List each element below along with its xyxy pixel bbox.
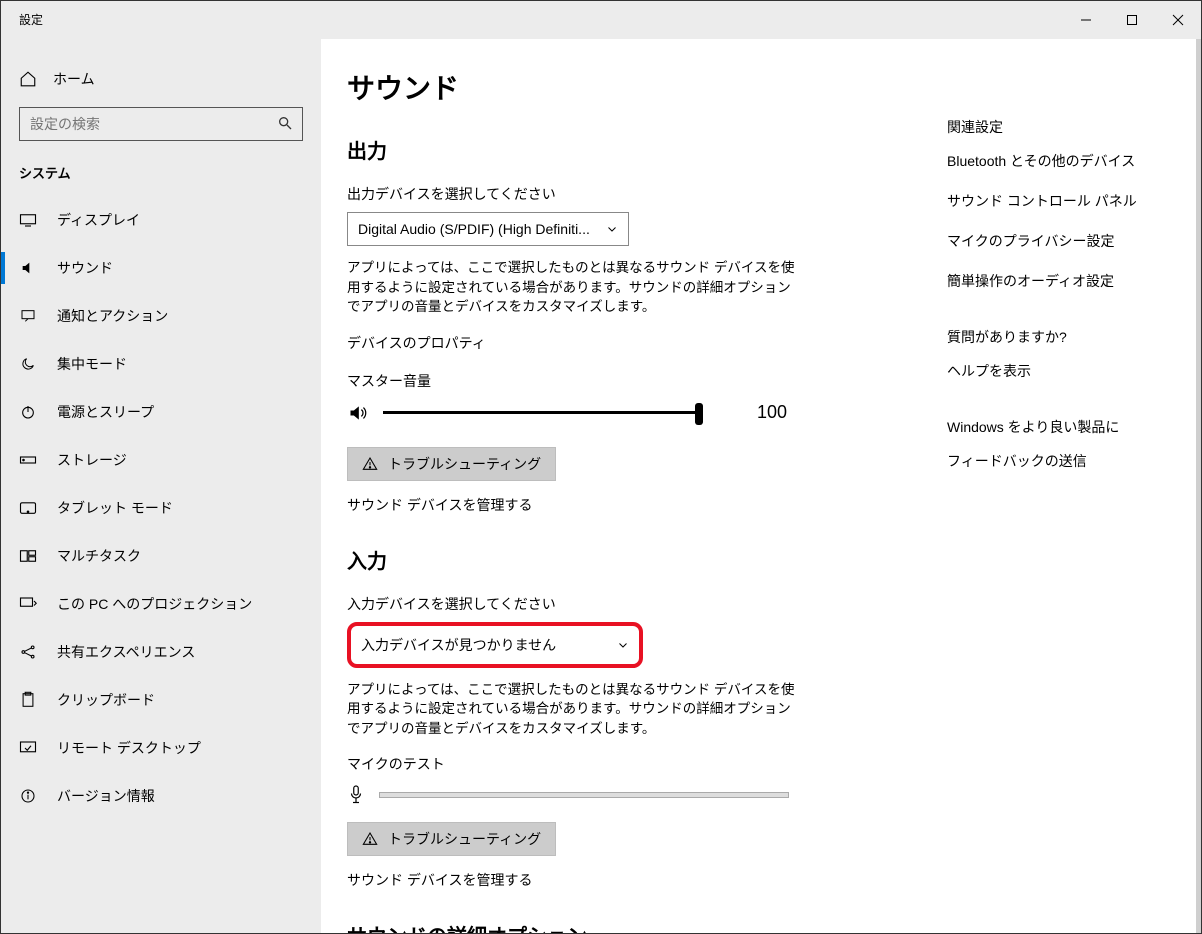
scrollbar[interactable] <box>1196 39 1201 933</box>
display-icon <box>19 211 37 229</box>
projection-icon <box>19 595 37 613</box>
sound-icon <box>19 259 37 277</box>
clipboard-icon <box>19 691 37 709</box>
sidebar-category: システム <box>1 159 321 196</box>
sidebar-item-label: 共有エクスペリエンス <box>57 642 195 662</box>
input-troubleshoot-button[interactable]: トラブルシューティング <box>347 822 556 856</box>
sidebar-item-label: サウンド <box>57 258 113 278</box>
sidebar-item-label: 集中モード <box>57 354 127 374</box>
window-controls <box>1063 5 1201 35</box>
input-device-dropdown[interactable]: 入力デバイスが見つかりません <box>347 622 643 668</box>
sidebar-item-tablet[interactable]: タブレット モード <box>1 484 321 532</box>
output-device-properties-link[interactable]: デバイスのプロパティ <box>347 333 907 353</box>
sidebar-item-about[interactable]: バージョン情報 <box>1 772 321 820</box>
search-icon <box>277 115 293 131</box>
chevron-down-icon <box>606 223 618 235</box>
feedback-heading: Windows をより良い製品に <box>947 417 1175 437</box>
window-title: 設定 <box>19 11 43 28</box>
output-device-dropdown[interactable]: Digital Audio (S/PDIF) (High Definiti... <box>347 212 629 246</box>
volume-slider[interactable] <box>383 401 703 425</box>
related-link-ease-audio[interactable]: 簡単操作のオーディオ設定 <box>947 271 1175 291</box>
sidebar-item-label: 通知とアクション <box>57 306 168 326</box>
input-description: アプリによっては、ここで選択したものとは異なるサウンド デバイスを使用するように… <box>347 680 797 739</box>
sidebar-item-label: クリップボード <box>57 690 155 710</box>
sidebar-item-remote[interactable]: リモート デスクトップ <box>1 724 321 772</box>
warning-icon <box>362 831 378 847</box>
output-device-value: Digital Audio (S/PDIF) (High Definiti... <box>358 221 590 237</box>
multitask-icon <box>19 547 37 565</box>
sidebar-item-label: マルチタスク <box>57 546 141 566</box>
sidebar-home-label: ホーム <box>53 69 95 89</box>
sidebar-item-label: 電源とスリープ <box>57 402 154 422</box>
sidebar-item-shared[interactable]: 共有エクスペリエンス <box>1 628 321 676</box>
search-input[interactable] <box>19 107 303 141</box>
storage-icon <box>19 451 37 469</box>
input-device-value: 入力デバイスが見つかりません <box>361 635 556 655</box>
titlebar: 設定 <box>1 1 1201 39</box>
chevron-down-icon <box>617 639 629 651</box>
sidebar-item-label: バージョン情報 <box>57 786 155 806</box>
home-icon <box>19 70 37 88</box>
sidebar-item-power[interactable]: 電源とスリープ <box>1 388 321 436</box>
moon-icon <box>19 355 37 373</box>
output-heading: 出力 <box>347 135 907 164</box>
mic-test-row <box>347 784 907 806</box>
volume-slider-row: 100 <box>347 401 907 425</box>
output-choose-label: 出力デバイスを選択してください <box>347 184 907 204</box>
sidebar-item-label: ディスプレイ <box>57 210 140 230</box>
output-troubleshoot-button[interactable]: トラブルシューティング <box>347 447 556 481</box>
mic-level-bar <box>379 792 789 798</box>
input-manage-link[interactable]: サウンド デバイスを管理する <box>347 870 907 890</box>
input-troubleshoot-label: トラブルシューティング <box>388 829 541 849</box>
mic-test-label: マイクのテスト <box>347 754 907 774</box>
question-heading: 質問がありますか? <box>947 327 1175 347</box>
remote-icon <box>19 739 37 757</box>
advanced-heading: サウンドの詳細オプション <box>347 920 907 933</box>
search-wrap <box>19 107 303 141</box>
warning-icon <box>362 456 378 472</box>
power-icon <box>19 403 37 421</box>
info-icon <box>19 787 37 805</box>
feedback-link[interactable]: フィードバックの送信 <box>947 451 1175 471</box>
minimize-button[interactable] <box>1063 5 1109 35</box>
related-link-mic-privacy[interactable]: マイクのプライバシー設定 <box>947 231 1175 251</box>
maximize-button[interactable] <box>1109 5 1155 35</box>
sidebar-item-display[interactable]: ディスプレイ <box>1 196 321 244</box>
speaker-icon[interactable] <box>347 403 369 423</box>
notifications-icon <box>19 307 37 325</box>
sidebar-item-clipboard[interactable]: クリップボード <box>1 676 321 724</box>
sidebar: ホーム システム ディスプレイ サウンド 通知とアクション 集中モード 電源とス <box>1 39 321 933</box>
sidebar-item-label: リモート デスクトップ <box>57 738 201 758</box>
sidebar-home[interactable]: ホーム <box>1 59 321 99</box>
sidebar-item-sound[interactable]: サウンド <box>1 244 321 292</box>
related-link-sound-panel[interactable]: サウンド コントロール パネル <box>947 191 1175 211</box>
share-icon <box>19 643 37 661</box>
main-content: サウンド 出力 出力デバイスを選択してください Digital Audio (S… <box>321 39 1201 933</box>
volume-value: 100 <box>757 402 787 423</box>
microphone-icon <box>347 784 365 806</box>
sidebar-item-projection[interactable]: この PC へのプロジェクション <box>1 580 321 628</box>
output-description: アプリによっては、ここで選択したものとは異なるサウンド デバイスを使用するように… <box>347 258 797 317</box>
sidebar-item-focus[interactable]: 集中モード <box>1 340 321 388</box>
input-heading: 入力 <box>347 545 907 574</box>
sidebar-item-storage[interactable]: ストレージ <box>1 436 321 484</box>
sidebar-item-multitask[interactable]: マルチタスク <box>1 532 321 580</box>
related-settings-heading: 関連設定 <box>947 117 1175 137</box>
sidebar-item-notifications[interactable]: 通知とアクション <box>1 292 321 340</box>
page-title: サウンド <box>347 67 907 107</box>
close-button[interactable] <box>1155 5 1201 35</box>
output-troubleshoot-label: トラブルシューティング <box>388 454 541 474</box>
master-volume-label: マスター音量 <box>347 371 907 391</box>
tablet-icon <box>19 499 37 517</box>
output-manage-link[interactable]: サウンド デバイスを管理する <box>347 495 907 515</box>
right-column: 関連設定 Bluetooth とその他のデバイス サウンド コントロール パネル… <box>947 67 1175 933</box>
sidebar-item-label: ストレージ <box>57 450 127 470</box>
sidebar-item-label: この PC へのプロジェクション <box>57 594 252 614</box>
related-link-bluetooth[interactable]: Bluetooth とその他のデバイス <box>947 151 1175 171</box>
input-choose-label: 入力デバイスを選択してください <box>347 594 907 614</box>
sidebar-item-label: タブレット モード <box>57 498 173 518</box>
help-link[interactable]: ヘルプを表示 <box>947 361 1175 381</box>
